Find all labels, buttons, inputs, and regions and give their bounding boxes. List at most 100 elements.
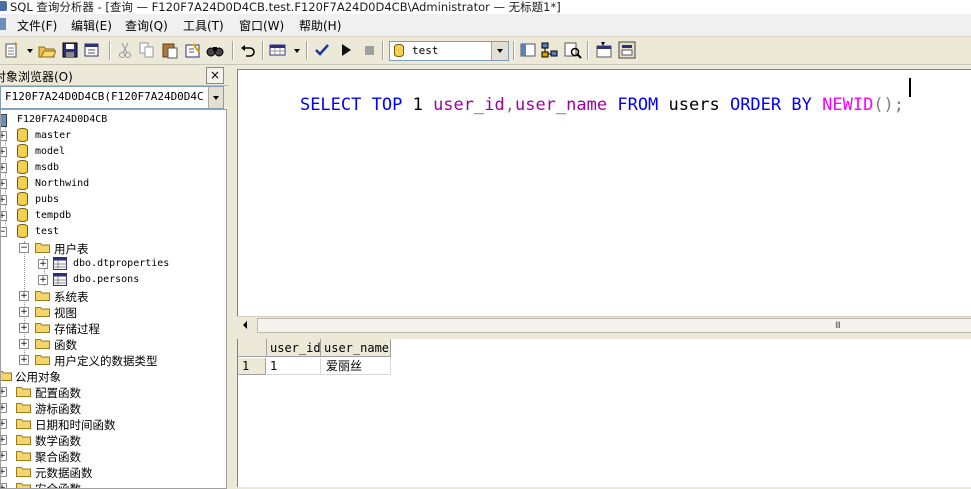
expand-icon[interactable]: + <box>1 147 7 157</box>
menu-help[interactable]: 帮助(H) <box>299 17 341 34</box>
menu-edit[interactable]: 编辑(E) <box>71 17 112 34</box>
open-icon[interactable] <box>38 41 57 59</box>
expand-icon[interactable]: + <box>1 211 7 221</box>
editor-horizontal-scrollbar[interactable]: III <box>237 316 971 333</box>
tree-folder-stored-procedures[interactable]: + 存储过程 <box>1 320 201 336</box>
pane-splitter[interactable] <box>229 65 237 487</box>
menu-bar: 文件(F) 编辑(E) 查询(Q) 工具(T) 窗口(W) 帮助(H) <box>0 14 971 37</box>
expand-icon[interactable]: + <box>1 451 7 461</box>
expand-icon[interactable]: + <box>19 355 29 365</box>
tree-table-dtproperties[interactable]: + dbo.dtproperties <box>1 256 201 272</box>
tree-server-root[interactable]: F120F7A24D0D4CB <box>1 112 221 128</box>
object-search-icon[interactable] <box>618 41 636 59</box>
results-row-number[interactable]: 1 <box>238 358 266 375</box>
properties-icon[interactable] <box>595 41 613 59</box>
tree-db-pubs[interactable]: + pubs <box>1 192 201 208</box>
tree-common-security-functions[interactable]: + 安全函数 <box>1 480 201 488</box>
tree-table-persons[interactable]: + dbo.persons <box>1 272 201 288</box>
folder-icon <box>16 418 31 429</box>
results-grid-icon[interactable] <box>269 41 287 59</box>
collapse-icon[interactable]: − <box>19 243 29 253</box>
expand-icon[interactable]: + <box>1 195 7 205</box>
tree-common-objects[interactable]: 公用对象 <box>1 368 201 384</box>
stop-icon[interactable] <box>360 41 378 59</box>
cut-icon[interactable] <box>116 41 134 59</box>
tree-db-test[interactable]: − test <box>1 224 201 240</box>
tree-db-northwind[interactable]: + Northwind <box>1 176 201 192</box>
expand-icon[interactable]: + <box>1 131 7 141</box>
database-select-dropdown-button[interactable] <box>491 42 508 60</box>
tree-common-metadata-functions[interactable]: + 元数据函数 <box>1 464 201 480</box>
expand-icon[interactable]: + <box>1 483 7 488</box>
expand-icon[interactable]: + <box>1 467 7 477</box>
tree-db-msdb[interactable]: + msdb <box>1 160 201 176</box>
chevron-down-icon[interactable] <box>294 49 300 53</box>
expand-icon[interactable]: + <box>19 323 29 333</box>
chevron-down-icon[interactable] <box>27 49 33 53</box>
expand-icon[interactable]: + <box>19 339 29 349</box>
menu-tools[interactable]: 工具(T) <box>183 17 224 34</box>
tree-folder-user-defined-types[interactable]: + 用户定义的数据类型 <box>1 352 221 368</box>
expand-icon[interactable]: + <box>19 307 29 317</box>
tree-common-aggregate-functions[interactable]: + 聚合函数 <box>1 448 201 464</box>
clear-icon[interactable] <box>184 41 202 59</box>
tree-common-config-functions[interactable]: + 配置函数 <box>1 384 201 400</box>
close-icon[interactable]: × <box>206 67 224 84</box>
execute-icon[interactable] <box>337 41 355 59</box>
scroll-left-icon[interactable] <box>243 321 247 329</box>
expand-icon[interactable]: + <box>1 387 7 397</box>
tree-folder-functions[interactable]: + 函数 <box>1 336 201 352</box>
load-sql-icon[interactable] <box>83 41 101 59</box>
index-tuning-icon[interactable] <box>564 41 582 59</box>
tree-folder-system-tables[interactable]: + 系统表 <box>1 288 201 304</box>
tree-db-label: tempdb <box>35 210 72 221</box>
results-grid[interactable]: user_id user_name 1 1 爱丽丝 <box>237 339 971 487</box>
expand-icon[interactable]: + <box>1 163 7 173</box>
expand-icon[interactable]: + <box>1 435 7 445</box>
save-icon[interactable] <box>61 41 79 59</box>
paste-icon[interactable] <box>161 41 179 59</box>
copy-icon[interactable] <box>138 41 156 59</box>
menu-file[interactable]: 文件(F) <box>17 17 57 34</box>
chevron-down-icon <box>213 96 219 100</box>
show-plan-icon[interactable] <box>541 41 559 59</box>
expand-icon[interactable]: + <box>1 179 7 189</box>
menu-window[interactable]: 窗口(W) <box>239 17 284 34</box>
expand-icon[interactable]: + <box>1 403 7 413</box>
tree-db-master[interactable]: + master <box>1 128 201 144</box>
expand-icon[interactable]: + <box>19 291 29 301</box>
menu-query[interactable]: 查询(Q) <box>125 17 168 34</box>
expand-icon[interactable]: + <box>1 419 7 429</box>
find-icon[interactable] <box>206 41 224 59</box>
tree-common-datetime-functions[interactable]: + 日期和时间函数 <box>1 416 201 432</box>
tree-folder-views[interactable]: + 视图 <box>1 304 201 320</box>
tree-common-math-functions[interactable]: + 数学函数 <box>1 432 201 448</box>
results-cell[interactable]: 1 <box>267 358 321 375</box>
new-query-icon[interactable] <box>3 41 21 59</box>
tree-db-model[interactable]: + model <box>1 144 201 160</box>
undo-icon[interactable] <box>239 41 257 59</box>
scrollbar-thumb[interactable]: III <box>257 318 971 333</box>
expand-icon[interactable]: + <box>38 259 48 269</box>
database-select[interactable]: test <box>389 41 509 61</box>
collapse-icon[interactable]: − <box>1 227 7 237</box>
scrollbar-grip: III <box>835 321 841 331</box>
object-tree[interactable]: F120F7A24D0D4CB + master + model + msdb … <box>0 109 227 489</box>
object-browser-icon[interactable] <box>519 41 537 59</box>
tree-db-tempdb[interactable]: + tempdb <box>1 208 201 224</box>
sql-editor[interactable]: SELECT TOP 1 user_id,user_name FROM user… <box>237 69 971 317</box>
database-icon <box>17 144 28 158</box>
expand-icon[interactable]: + <box>38 275 48 285</box>
tree-folder-user-tables[interactable]: − 用户表 <box>1 240 201 256</box>
tree-common-cursor-functions[interactable]: + 游标函数 <box>1 400 201 416</box>
tree-folder-label: 视图 <box>54 306 77 320</box>
results-cell[interactable]: 爱丽丝 <box>321 358 391 375</box>
tree-folder-label: 用户定义的数据类型 <box>54 354 158 368</box>
parse-icon[interactable] <box>313 41 331 59</box>
server-combo[interactable]: F120F7A24D0D4CB(F120F7A24D0D4CB\ <box>0 86 224 109</box>
results-column-header[interactable]: user_id <box>267 339 321 357</box>
folder-icon <box>35 322 50 333</box>
database-icon <box>17 208 28 222</box>
server-combo-dropdown-button[interactable] <box>208 87 223 108</box>
results-column-header[interactable]: user_name <box>321 339 391 357</box>
